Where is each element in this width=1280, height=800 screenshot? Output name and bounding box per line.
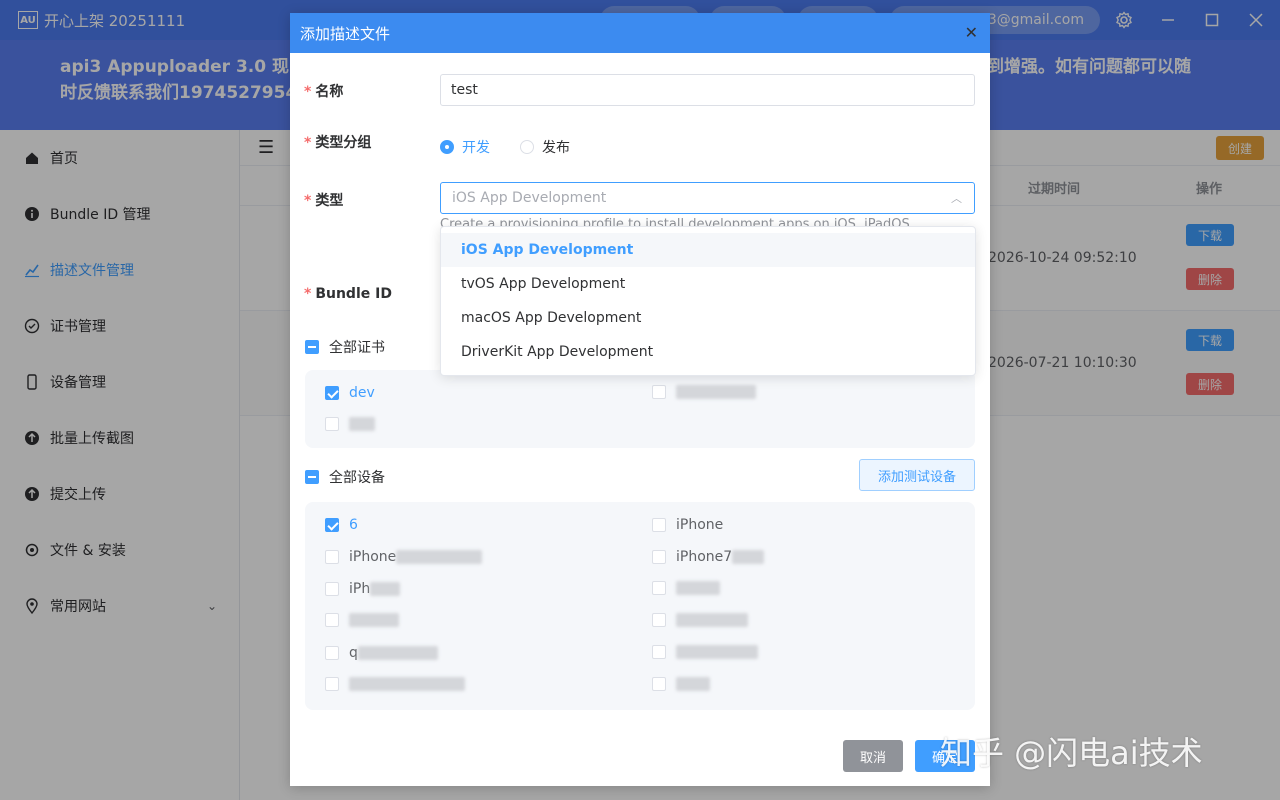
device-item[interactable]: iPhone	[325, 549, 483, 565]
add-test-device-button[interactable]: 添加测试设备	[859, 459, 975, 491]
radio-distribution[interactable]: 发布	[520, 137, 570, 157]
certificate-item[interactable]: dev	[325, 385, 375, 401]
devices-list: 6 iPhone iPhone iPhone7 iPh q	[305, 502, 975, 710]
device-item[interactable]: iPhone7	[652, 549, 765, 565]
device-item[interactable]: iPh	[325, 581, 401, 597]
certificates-list: dev	[305, 370, 975, 448]
device-item[interactable]: 6	[325, 517, 358, 533]
device-item[interactable]	[652, 677, 710, 691]
device-item[interactable]	[652, 613, 748, 627]
type-label: * 类型	[304, 193, 344, 209]
device-item[interactable]: iPhone	[652, 517, 723, 533]
radio-development[interactable]: 开发	[440, 137, 490, 157]
type-option[interactable]: macOS App Development	[441, 301, 975, 335]
device-item[interactable]	[652, 645, 758, 659]
bundle-id-label: * Bundle ID	[304, 286, 392, 302]
type-option[interactable]: iOS App Development	[441, 233, 975, 267]
cancel-button[interactable]: 取消	[843, 740, 903, 772]
type-dropdown: iOS App Development tvOS App Development…	[440, 226, 976, 376]
device-item[interactable]	[652, 581, 720, 595]
dialog-title: 添加描述文件	[300, 24, 391, 43]
dialog-header: 添加描述文件	[290, 13, 990, 53]
close-icon[interactable]: ✕	[965, 24, 978, 42]
add-profile-dialog: 添加描述文件 ✕ * 名称 test * 类型分组 开发 发布 * 类型 iOS Ap…	[290, 13, 990, 786]
device-item[interactable]	[325, 677, 465, 691]
type-select[interactable]: iOS App Development ︿	[440, 182, 975, 214]
name-input[interactable]: test	[440, 74, 975, 106]
type-option[interactable]: tvOS App Development	[441, 267, 975, 301]
name-label: * 名称	[304, 84, 344, 100]
watermark: 知乎 @闪电ai技术	[940, 734, 1203, 772]
device-item[interactable]: q	[325, 645, 438, 661]
chevron-up-icon: ︿	[951, 192, 962, 205]
device-item[interactable]	[325, 613, 399, 627]
group-label: * 类型分组	[304, 135, 372, 151]
certificate-item[interactable]	[325, 417, 375, 431]
type-option[interactable]: DriverKit App Development	[441, 335, 975, 369]
certificate-item[interactable]	[652, 385, 756, 399]
all-certificates-checkbox[interactable]: 全部证书	[305, 337, 385, 357]
all-devices-checkbox[interactable]: 全部设备	[305, 467, 385, 487]
